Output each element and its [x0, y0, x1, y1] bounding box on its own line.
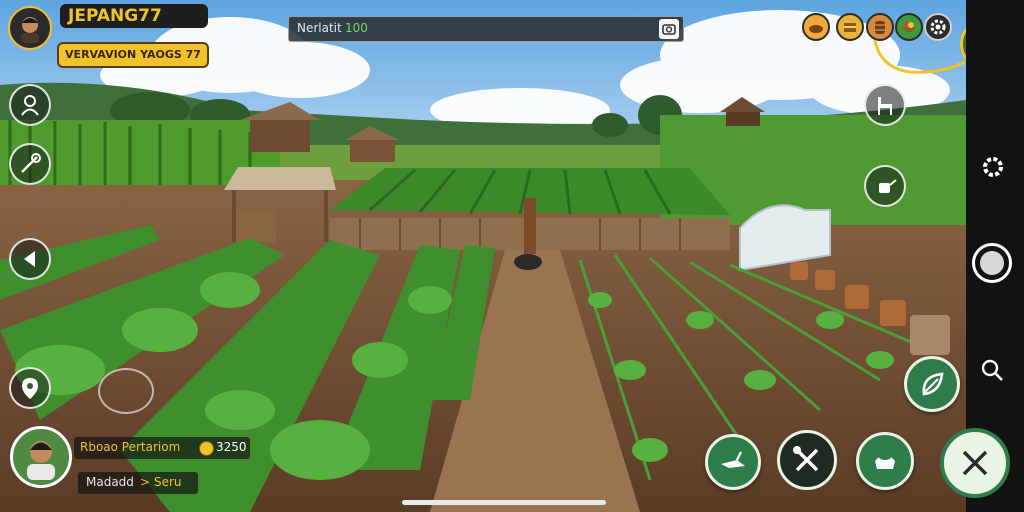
coin-count: 3250: [216, 440, 247, 454]
chat-message-text: Madadd: [86, 475, 134, 489]
quest-route-line: [873, 39, 966, 74]
map-marker-icon[interactable]: [9, 367, 51, 409]
watering-can-icon[interactable]: [864, 165, 906, 207]
plow-icon[interactable]: [705, 434, 761, 490]
back-arrow-icon[interactable]: [9, 238, 51, 280]
settings-gear-icon[interactable]: [976, 150, 1010, 184]
home-indicator[interactable]: [402, 500, 606, 505]
joystick-ring[interactable]: [98, 368, 154, 414]
search-bar[interactable]: Nerlatit 100: [288, 16, 684, 42]
cancel-icon[interactable]: [940, 428, 1010, 498]
player-avatar[interactable]: [8, 6, 52, 50]
harvest-leaf-icon[interactable]: [904, 356, 960, 412]
chat-message[interactable]: Madadd > Seru: [78, 472, 198, 494]
face-icon: [27, 441, 55, 480]
chat-recipient: Seru: [154, 475, 182, 489]
bread-icon[interactable]: [802, 13, 830, 41]
gold-chest-icon[interactable]: [836, 13, 864, 41]
seed-bag-icon[interactable]: [856, 432, 914, 490]
search-text: Nerlatit: [297, 21, 342, 35]
tool-icon[interactable]: [9, 143, 51, 185]
dog: [514, 254, 542, 270]
record-button-icon[interactable]: [972, 243, 1012, 283]
chat-header: Rboao Pertariom 3250: [74, 437, 250, 459]
chair-icon[interactable]: [864, 84, 906, 126]
player-subtitle: VERVAVION YAOGS 77: [57, 42, 209, 68]
search-value: 100: [345, 21, 368, 35]
face-icon: [21, 17, 39, 43]
chat-sender-name: Rboao Pertariom: [80, 440, 181, 454]
shovel-rake-icon[interactable]: [777, 430, 837, 490]
player-name: JEPANG77: [60, 4, 208, 28]
coin-icon: [199, 441, 214, 456]
search-icon[interactable]: [976, 354, 1008, 386]
scarecrow-post: [524, 198, 536, 254]
chat-arrow: >: [140, 475, 151, 489]
screenshot-icon[interactable]: [659, 19, 679, 39]
farmer-icon[interactable]: [9, 84, 51, 126]
chat-avatar[interactable]: [10, 426, 72, 488]
